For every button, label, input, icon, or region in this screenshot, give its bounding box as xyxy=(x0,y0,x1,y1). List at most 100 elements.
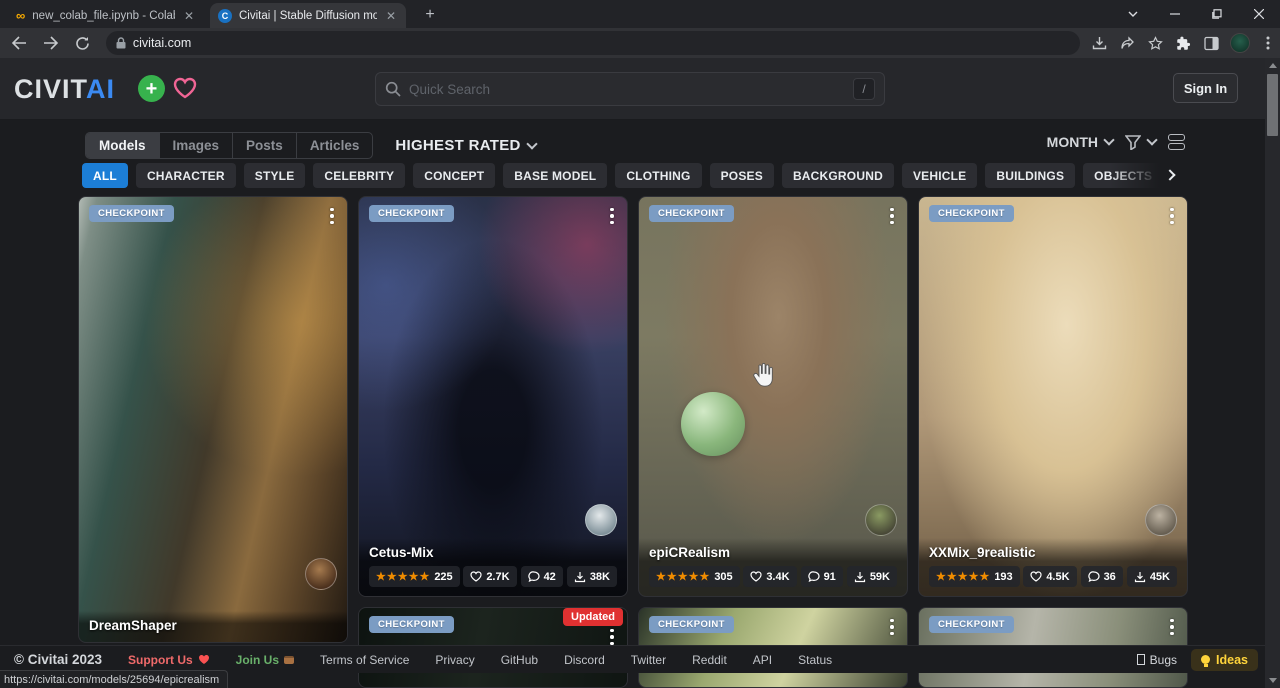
footer-link-api[interactable]: API xyxy=(753,653,772,667)
footer-link-status[interactable]: Status xyxy=(798,653,832,667)
page-scrollbar[interactable] xyxy=(1265,58,1280,688)
window-menu-chevron-icon[interactable] xyxy=(1112,0,1154,28)
card-menu-kebab-icon[interactable] xyxy=(883,205,901,227)
star-rating-icons: ★★★★★ xyxy=(936,570,990,583)
bookmark-star-icon[interactable] xyxy=(1144,31,1168,55)
chevron-down-icon xyxy=(1146,134,1157,145)
scrollbar-thumb[interactable] xyxy=(1267,74,1278,136)
forward-icon[interactable] xyxy=(38,30,64,56)
footer-link-reddit[interactable]: Reddit xyxy=(692,653,727,667)
filter-funnel-dropdown[interactable] xyxy=(1125,135,1156,150)
download-icon xyxy=(854,571,866,583)
category-base-model[interactable]: BASE MODEL xyxy=(503,163,607,188)
tab-close-icon[interactable]: ✕ xyxy=(384,9,398,23)
download-icon xyxy=(574,571,586,583)
downloads-count: 45K xyxy=(1150,571,1170,583)
star-rating-icons: ★★★★★ xyxy=(656,570,710,583)
category-vehicle[interactable]: VEHICLE xyxy=(902,163,977,188)
civitai-logo[interactable]: CIVITAI xyxy=(14,74,115,105)
categories-scroll-right-icon[interactable] xyxy=(1160,164,1182,186)
model-card-xxmix9realistic[interactable]: CHECKPOINT XXMix_9realistic ★★★★★ 193 4.… xyxy=(918,196,1188,597)
card-menu-kebab-icon[interactable] xyxy=(1163,616,1181,638)
footer-link-twitter[interactable]: Twitter xyxy=(631,653,666,667)
maximize-icon[interactable] xyxy=(1196,0,1238,28)
download-icon[interactable] xyxy=(1088,31,1112,55)
ideas-button[interactable]: Ideas xyxy=(1191,649,1258,671)
browser-menu-kebab-icon[interactable] xyxy=(1256,31,1280,55)
category-concept[interactable]: CONCEPT xyxy=(413,163,495,188)
quick-search-input[interactable]: Quick Search / xyxy=(375,72,885,106)
creator-avatar[interactable] xyxy=(865,504,897,536)
scrollbar-down-arrow-icon[interactable] xyxy=(1269,678,1277,683)
upload-plus-button[interactable]: + xyxy=(138,75,165,102)
new-tab-button[interactable]: + xyxy=(418,4,442,26)
sign-in-button[interactable]: Sign In xyxy=(1173,73,1238,103)
favorites-heart-icon[interactable] xyxy=(172,76,198,105)
category-style[interactable]: STYLE xyxy=(244,163,306,188)
close-window-icon[interactable] xyxy=(1238,0,1280,28)
tab-close-icon[interactable]: ✕ xyxy=(182,9,196,23)
model-card-cetus-mix[interactable]: CHECKPOINT Cetus-Mix ★★★★★ 225 2.7K 42 xyxy=(358,196,628,597)
card-menu-kebab-icon[interactable] xyxy=(603,205,621,227)
comments-pill: 42 xyxy=(521,566,563,587)
category-buildings[interactable]: BUILDINGS xyxy=(985,163,1075,188)
browser-tab-civitai[interactable]: C Civitai | Stable Diffusion models, ✕ xyxy=(210,3,406,28)
category-character[interactable]: CHARACTER xyxy=(136,163,236,188)
extensions-puzzle-icon[interactable] xyxy=(1172,31,1196,55)
tab-articles[interactable]: Articles xyxy=(297,133,373,158)
rating-pill: ★★★★★ 305 xyxy=(649,566,740,587)
civitai-favicon-icon: C xyxy=(218,9,232,23)
footer-link-discord[interactable]: Discord xyxy=(564,653,605,667)
period-dropdown[interactable]: MONTH xyxy=(1047,134,1113,150)
tab-models[interactable]: Models xyxy=(86,133,160,158)
category-clothing[interactable]: CLOTHING xyxy=(615,163,701,188)
creator-avatar[interactable] xyxy=(1145,504,1177,536)
star-rating-icons: ★★★★★ xyxy=(376,570,430,583)
model-card-epicrealism[interactable]: CHECKPOINT epiCRealism ★★★★★ 305 3.4K 91 xyxy=(638,196,908,597)
bug-icon xyxy=(1137,654,1145,665)
minimize-icon[interactable] xyxy=(1154,0,1196,28)
tab-posts[interactable]: Posts xyxy=(233,133,297,158)
tab-title: new_colab_file.ipynb - Colaborat xyxy=(32,10,175,22)
card-info: Cetus-Mix ★★★★★ 225 2.7K 42 38K xyxy=(359,538,627,596)
share-icon[interactable] xyxy=(1116,31,1140,55)
layout-toggle-icon[interactable] xyxy=(1168,134,1185,150)
category-background[interactable]: BACKGROUND xyxy=(782,163,894,188)
mouse-hand-cursor xyxy=(752,362,774,393)
sort-dropdown[interactable]: HIGHEST RATED xyxy=(395,137,535,154)
creator-avatar[interactable] xyxy=(305,558,337,590)
category-poses[interactable]: POSES xyxy=(710,163,774,188)
side-panel-icon[interactable] xyxy=(1200,31,1224,55)
category-filter-row: ALL CHARACTER STYLE CELEBRITY CONCEPT BA… xyxy=(82,163,1160,189)
footer-link-privacy[interactable]: Privacy xyxy=(435,653,474,667)
scrollbar-up-arrow-icon[interactable] xyxy=(1269,63,1277,68)
tab-images[interactable]: Images xyxy=(160,133,234,158)
browser-tab-colab[interactable]: ∞ new_colab_file.ipynb - Colaborat ✕ xyxy=(8,3,204,28)
model-type-badge: CHECKPOINT xyxy=(649,205,734,222)
back-icon[interactable] xyxy=(6,30,32,56)
download-icon xyxy=(1134,571,1146,583)
card-menu-kebab-icon[interactable] xyxy=(1163,205,1181,227)
reload-icon[interactable] xyxy=(70,30,96,56)
join-us-link[interactable]: Join Us xyxy=(236,653,294,667)
bubble-gum-shape xyxy=(681,392,745,456)
card-menu-kebab-icon[interactable] xyxy=(323,205,341,227)
logo-ai-text: AI xyxy=(86,74,115,104)
bugs-link[interactable]: Bugs xyxy=(1137,653,1177,667)
rating-count: 305 xyxy=(714,571,732,583)
address-bar[interactable]: civitai.com xyxy=(106,31,1080,55)
creator-avatar[interactable] xyxy=(585,504,617,536)
browser-profile-avatar[interactable] xyxy=(1228,31,1252,55)
footer-link-terms[interactable]: Terms of Service xyxy=(320,653,409,667)
model-name: DreamShaper xyxy=(89,618,337,633)
rating-count: 225 xyxy=(434,571,452,583)
category-celebrity[interactable]: CELEBRITY xyxy=(313,163,405,188)
likes-pill: 2.7K xyxy=(463,566,516,587)
footer-link-github[interactable]: GitHub xyxy=(501,653,538,667)
card-menu-kebab-icon[interactable] xyxy=(883,616,901,638)
model-type-badge: CHECKPOINT xyxy=(929,205,1014,222)
model-type-badge: CHECKPOINT xyxy=(929,616,1014,633)
support-us-link[interactable]: Support Us xyxy=(128,653,210,667)
model-card-dreamshaper[interactable]: CHECKPOINT DreamShaper xyxy=(78,196,348,643)
category-all[interactable]: ALL xyxy=(82,163,128,188)
